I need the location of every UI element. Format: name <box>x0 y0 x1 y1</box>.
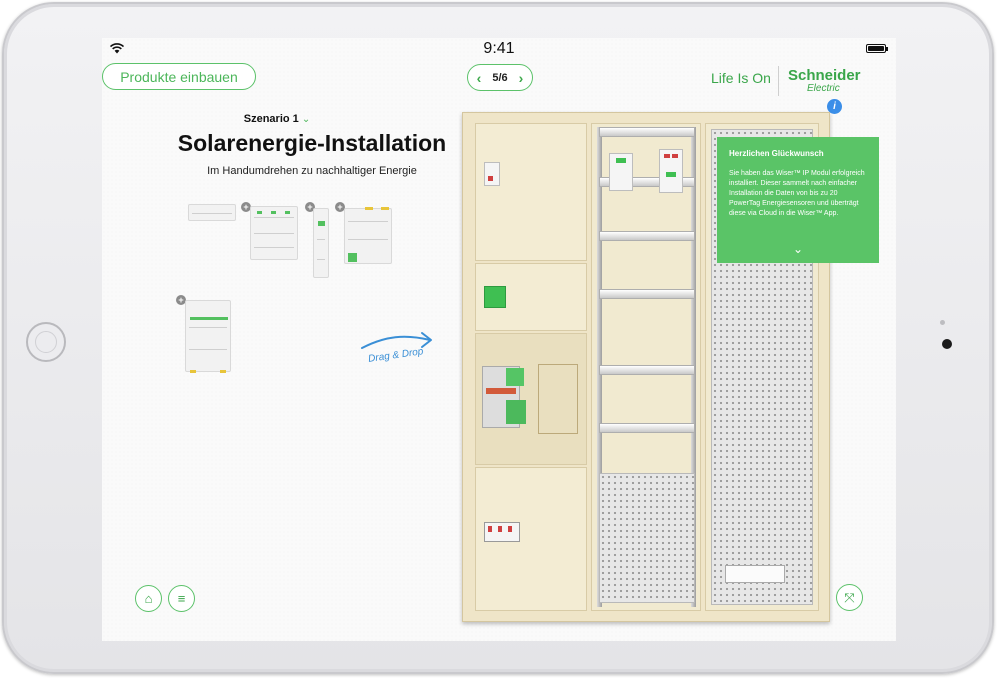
scenario-label: Szenario 1 <box>243 113 299 125</box>
page-title: Solarenergie-Installation <box>177 130 447 156</box>
scenario-selector[interactable]: Szenario 1 ⌄ <box>202 113 352 125</box>
expand-icon[interactable]: ⤧ <box>836 584 863 611</box>
home-icon[interactable]: ⌂ <box>135 585 162 612</box>
chevron-down-icon[interactable]: ⌄ <box>717 242 879 256</box>
menu-icon[interactable]: ≡ <box>168 585 195 612</box>
din-rail <box>599 289 695 299</box>
product-circuit-breaker-block[interactable] <box>250 206 298 260</box>
din-rail <box>599 365 695 375</box>
status-time: 9:41 <box>483 40 515 57</box>
brand-divider <box>778 66 779 96</box>
product-powertag-module[interactable] <box>344 207 392 264</box>
din-rail <box>599 423 695 433</box>
page-indicator: 5/6 <box>492 71 508 84</box>
din-rail <box>599 127 695 137</box>
product-wiser-module[interactable] <box>188 204 236 221</box>
product-circuit-breaker-3p[interactable] <box>185 300 231 373</box>
sensor-dot <box>940 320 945 325</box>
status-bar: 9:41 <box>102 38 896 60</box>
installed-wiser-module[interactable] <box>659 149 683 193</box>
pager: ‹ 5/6 › <box>467 64 533 91</box>
page-subtitle: Im Handumdrehen zu nachhaltiger Energie <box>207 165 417 177</box>
din-rail <box>599 231 695 241</box>
chevron-right-icon[interactable]: › <box>516 70 526 86</box>
battery-icon <box>866 44 888 53</box>
products-button[interactable]: Produkte einbauen <box>102 63 256 90</box>
app-screen: 9:41 Produkte einbauen ‹ 5/6 › Life Is O… <box>102 38 896 641</box>
popup-heading: Herzlichen Glückwunsch <box>729 149 824 158</box>
brand-sub: Electric <box>807 83 840 94</box>
home-hardware-button[interactable] <box>26 322 66 362</box>
popup-body: Sie haben das Wiser™ IP Modul erfolgreic… <box>729 170 865 217</box>
perforated-plate <box>599 473 695 603</box>
meter-bay-device[interactable] <box>475 333 587 465</box>
chevron-left-icon[interactable]: ‹ <box>474 70 484 86</box>
meter-bay-top[interactable] <box>475 123 587 261</box>
chevron-down-icon: ⌄ <box>301 114 311 125</box>
brand-tagline: Life Is On <box>711 70 771 86</box>
meter-bay-bottom[interactable] <box>475 467 587 611</box>
brand-name: Schneider <box>788 67 861 84</box>
installed-rcd-module[interactable] <box>609 153 633 191</box>
meter-bay-mid[interactable] <box>475 263 587 331</box>
camera-icon <box>942 339 952 349</box>
brand-logo: Life Is On Schneider Electric <box>711 66 881 96</box>
product-rcd-switch[interactable] <box>313 208 329 278</box>
congratulations-popup: Herzlichen Glückwunsch Sie haben das Wis… <box>717 137 879 263</box>
